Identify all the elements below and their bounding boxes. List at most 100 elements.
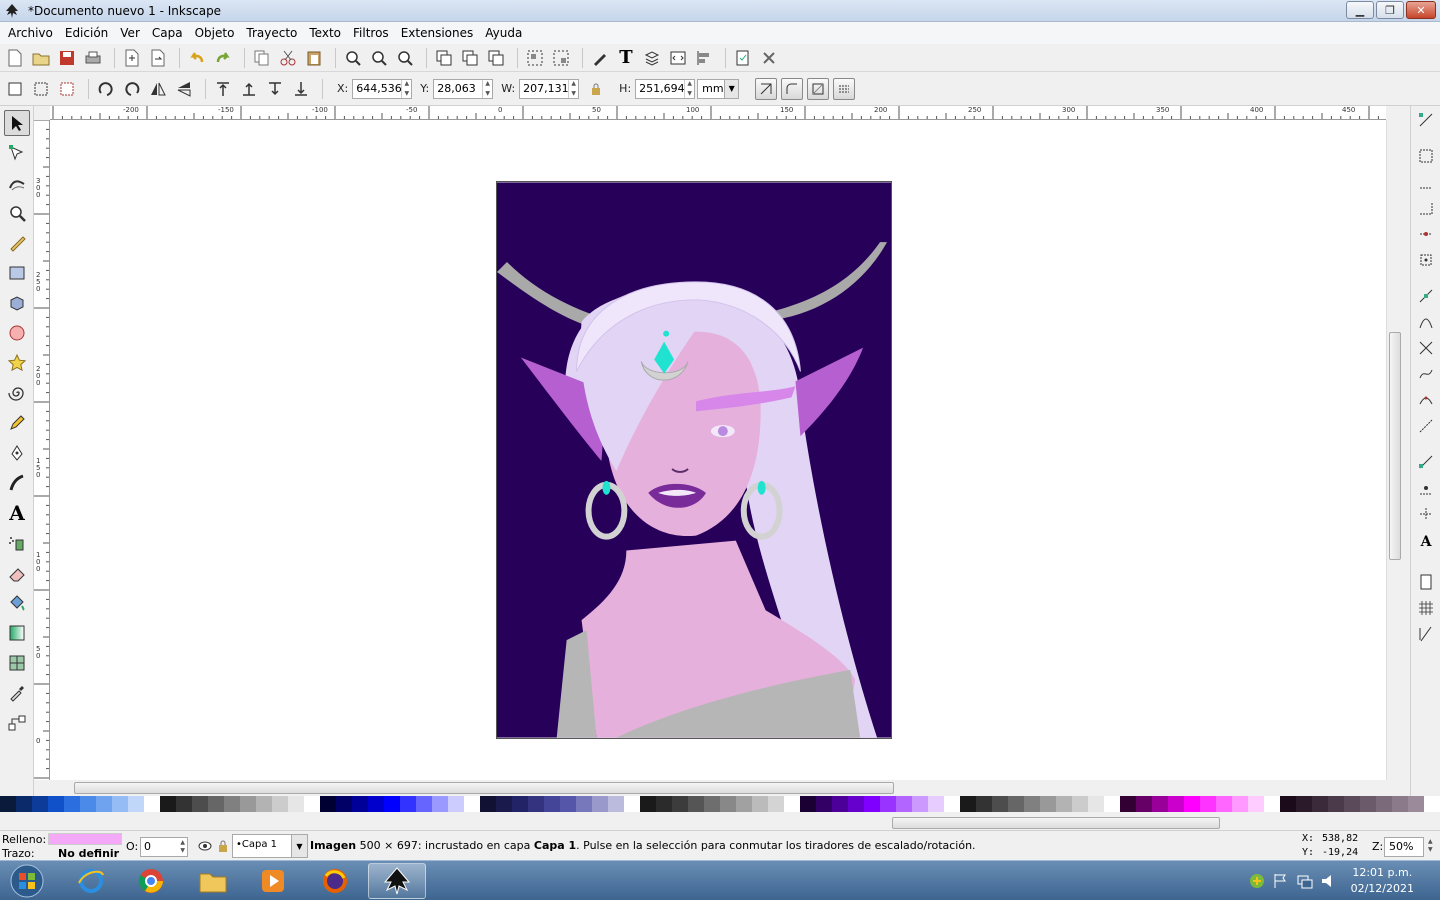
palette-swatch[interactable] [1392, 796, 1408, 812]
palette-swatch[interactable] [960, 796, 976, 812]
menu-objeto[interactable]: Objeto [191, 26, 239, 40]
w-value[interactable]: 207,131 [520, 82, 569, 95]
pen-tool-icon[interactable] [4, 440, 30, 466]
palette-swatch[interactable] [1184, 796, 1200, 812]
palette-swatch[interactable] [608, 796, 624, 812]
palette-swatch[interactable] [800, 796, 816, 812]
pencil-tool-icon[interactable] [4, 410, 30, 436]
snap-smooth-nodes-icon[interactable] [1416, 364, 1436, 384]
palette-swatch[interactable] [0, 796, 16, 812]
snap-rotation-center-icon[interactable] [1416, 452, 1436, 472]
palette-swatch[interactable] [1232, 796, 1248, 812]
menu-edicion[interactable]: Edición [61, 26, 112, 40]
text-font-icon[interactable]: T [615, 47, 637, 69]
xml-editor-icon[interactable] [667, 47, 689, 69]
palette-swatch[interactable] [1248, 796, 1264, 812]
internet-explorer-icon[interactable] [62, 863, 120, 899]
palette-swatch[interactable] [448, 796, 464, 812]
snap-nodes-icon[interactable] [1416, 286, 1436, 306]
snap-bbox-center-icon[interactable] [1416, 250, 1436, 270]
print-icon[interactable] [82, 47, 104, 69]
flip-vertical-icon[interactable] [173, 78, 195, 100]
palette-swatch[interactable] [1344, 796, 1360, 812]
palette-swatch[interactable] [176, 796, 192, 812]
layer-lock-icon[interactable] [212, 835, 234, 857]
media-player-icon[interactable] [244, 863, 302, 899]
palette-swatch[interactable] [912, 796, 928, 812]
unit-select[interactable]: mm ▼ [697, 78, 740, 99]
palette-swatch[interactable] [768, 796, 784, 812]
preferences-icon[interactable] [758, 47, 780, 69]
zoom-field[interactable]: 50% [1384, 837, 1424, 857]
palette-swatch[interactable] [1088, 796, 1104, 812]
lower-to-bottom-icon[interactable] [290, 78, 312, 100]
palette-swatch[interactable] [496, 796, 512, 812]
star-tool-icon[interactable] [4, 350, 30, 376]
menu-filtros[interactable]: Filtros [349, 26, 393, 40]
palette-swatch[interactable] [880, 796, 896, 812]
undo-icon[interactable] [186, 47, 208, 69]
x-stepper[interactable]: ▲ ▼ [401, 79, 411, 98]
dropper-tool-icon[interactable] [4, 680, 30, 706]
text-tool-icon[interactable]: A [4, 500, 30, 526]
drawing-canvas[interactable] [50, 120, 1386, 780]
palette-swatch[interactable] [1168, 796, 1184, 812]
calligraphy-tool-icon[interactable] [4, 470, 30, 496]
palette-swatch[interactable] [560, 796, 576, 812]
palette-swatch[interactable] [736, 796, 752, 812]
palette-swatch[interactable] [1008, 796, 1024, 812]
palette-swatch[interactable] [128, 796, 144, 812]
scale-corners-toggle[interactable] [781, 77, 804, 100]
palette-swatch[interactable] [1424, 796, 1440, 812]
palette-swatch[interactable] [720, 796, 736, 812]
palette-swatch[interactable] [1120, 796, 1136, 812]
snap-intersection-icon[interactable] [1416, 338, 1436, 358]
opacity-stepper[interactable]: ▲ ▼ [180, 839, 185, 855]
open-folder-icon[interactable] [30, 47, 52, 69]
h-field[interactable]: 251,694 ▲ ▼ [635, 78, 696, 99]
snap-page-icon[interactable] [1416, 572, 1436, 592]
maximize-button[interactable]: ❐ [1376, 1, 1404, 19]
group-icon[interactable] [524, 47, 546, 69]
fill-swatch[interactable] [48, 833, 122, 845]
palette-swatch[interactable] [64, 796, 80, 812]
horizontal-scrollbar[interactable] [50, 780, 1386, 796]
palette-swatch[interactable] [528, 796, 544, 812]
palette-swatch[interactable] [784, 796, 800, 812]
y-value[interactable]: 28,063 [434, 82, 482, 95]
snap-page-border-icon[interactable] [1416, 504, 1436, 524]
chrome-icon[interactable] [122, 863, 180, 899]
palette-swatch[interactable] [160, 796, 176, 812]
palette-swatch[interactable] [624, 796, 640, 812]
palette-swatch[interactable] [320, 796, 336, 812]
snap-midpoints-icon[interactable] [1416, 390, 1436, 410]
close-button[interactable]: ✕ [1406, 1, 1436, 19]
y-field[interactable]: 28,063 ▲ ▼ [433, 78, 494, 99]
redo-icon[interactable] [212, 47, 234, 69]
snap-text-icon[interactable]: A [1416, 532, 1436, 552]
update-icon[interactable] [1248, 873, 1266, 889]
deselect-icon[interactable] [56, 78, 78, 100]
palette-swatch[interactable] [1328, 796, 1344, 812]
menu-ayuda[interactable]: Ayuda [481, 26, 526, 40]
snap-grid-icon[interactable] [1416, 598, 1436, 618]
zoom-page-icon[interactable] [394, 47, 416, 69]
palette-swatch[interactable] [400, 796, 416, 812]
palette-swatch[interactable] [864, 796, 880, 812]
volume-icon[interactable] [1320, 873, 1338, 889]
import-icon[interactable] [121, 47, 143, 69]
mesh-tool-icon[interactable] [4, 650, 30, 676]
palette-swatch[interactable] [1152, 796, 1168, 812]
palette-swatch[interactable] [1280, 796, 1296, 812]
palette-swatch[interactable] [1312, 796, 1328, 812]
palette-swatch[interactable] [752, 796, 768, 812]
vertical-scrollbar[interactable] [1386, 120, 1402, 780]
export-icon[interactable] [147, 47, 169, 69]
snap-text-baseline-icon[interactable] [1416, 478, 1436, 498]
opacity-value[interactable]: 0 [144, 840, 151, 853]
select-all-icon[interactable] [4, 78, 26, 100]
palette-swatch[interactable] [592, 796, 608, 812]
menu-archivo[interactable]: Archivo [4, 26, 57, 40]
palette-swatch[interactable] [16, 796, 32, 812]
rotate-cw-icon[interactable] [121, 78, 143, 100]
